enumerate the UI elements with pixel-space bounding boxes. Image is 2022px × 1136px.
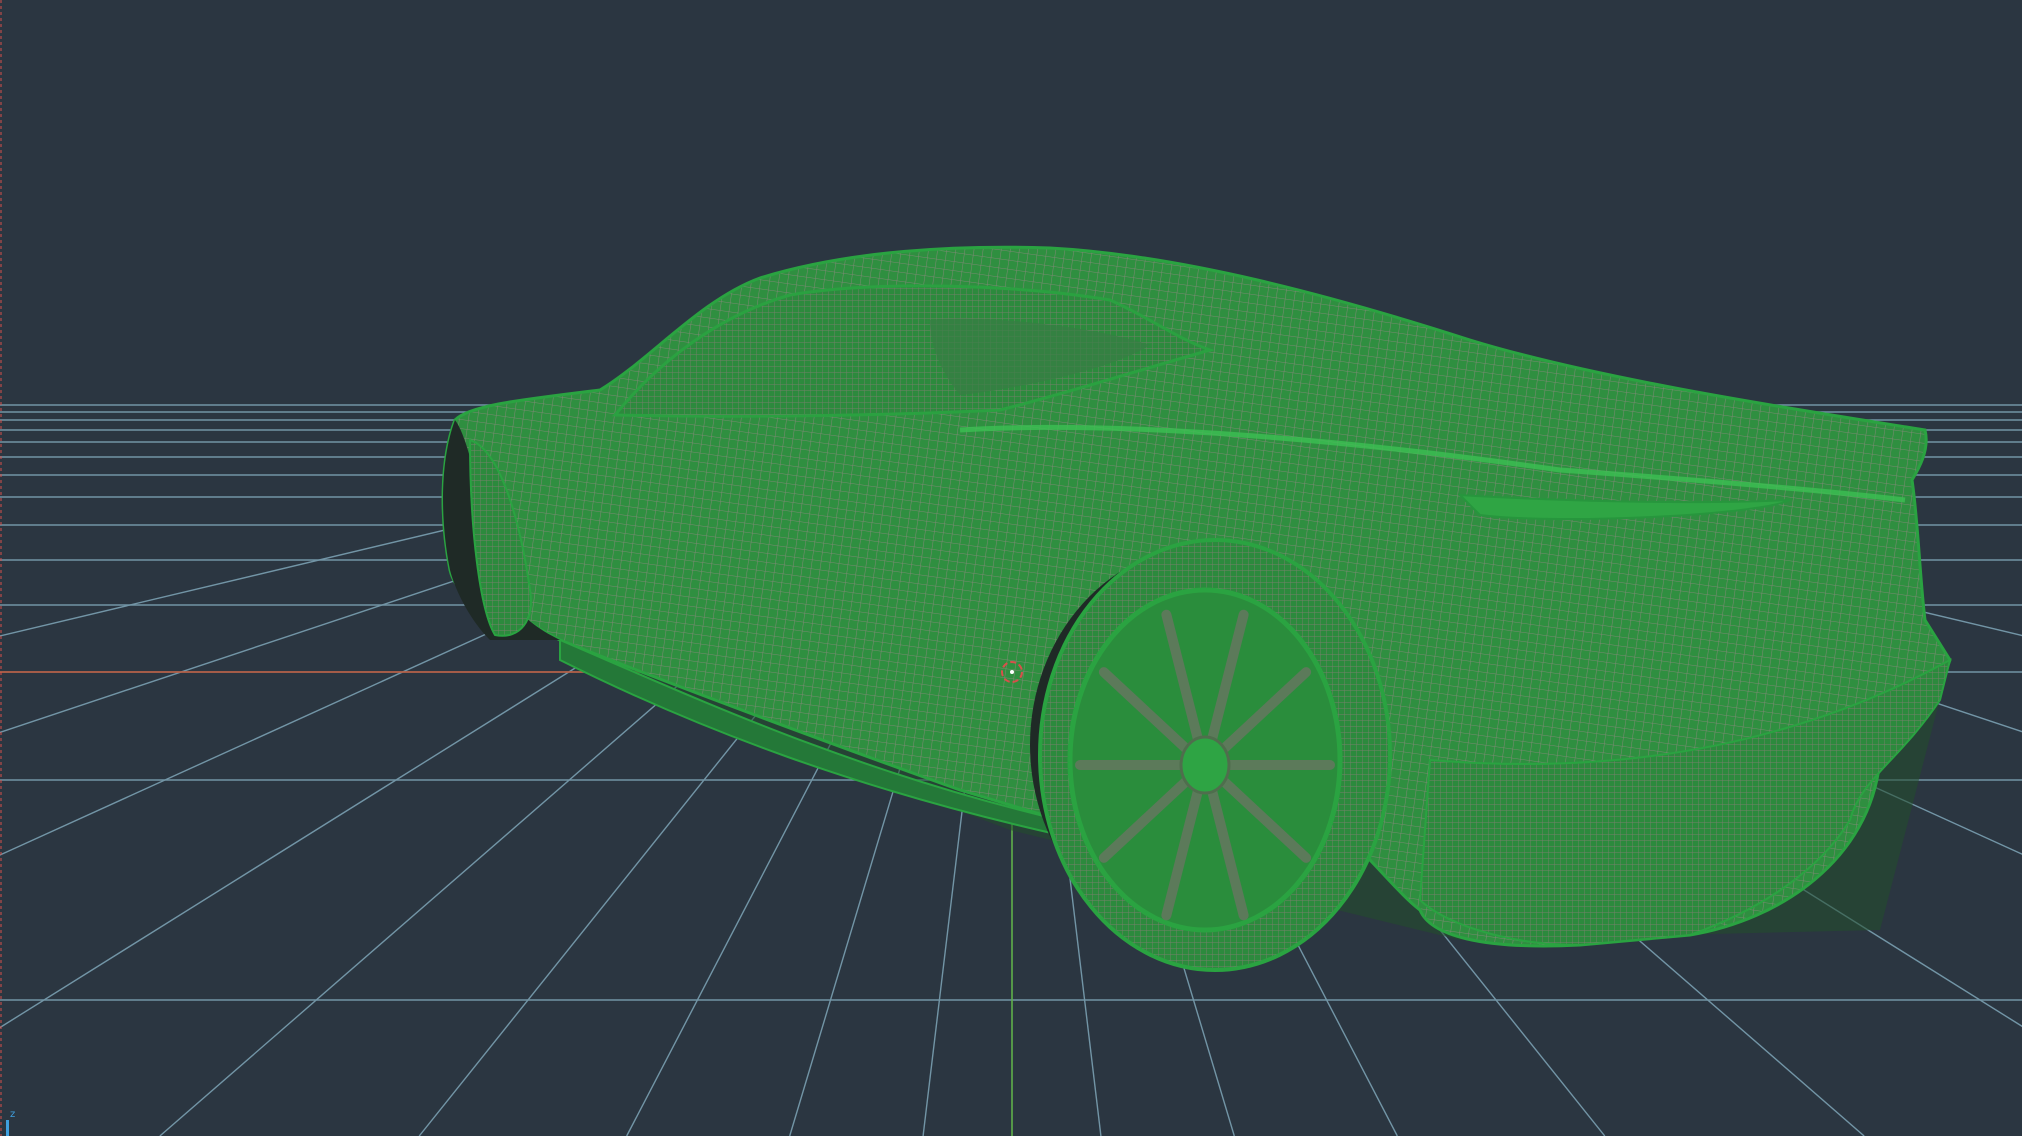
z-axis-indicator-icon <box>6 1120 9 1136</box>
axis-gizmo-label: z <box>10 1109 16 1120</box>
axis-gizmo[interactable]: z <box>0 1108 24 1136</box>
3d-viewport[interactable]: z <box>0 0 2022 1136</box>
pivot-center <box>1010 670 1014 674</box>
rear-hub <box>1179 735 1231 795</box>
viewport-canvas[interactable] <box>0 0 2022 1136</box>
